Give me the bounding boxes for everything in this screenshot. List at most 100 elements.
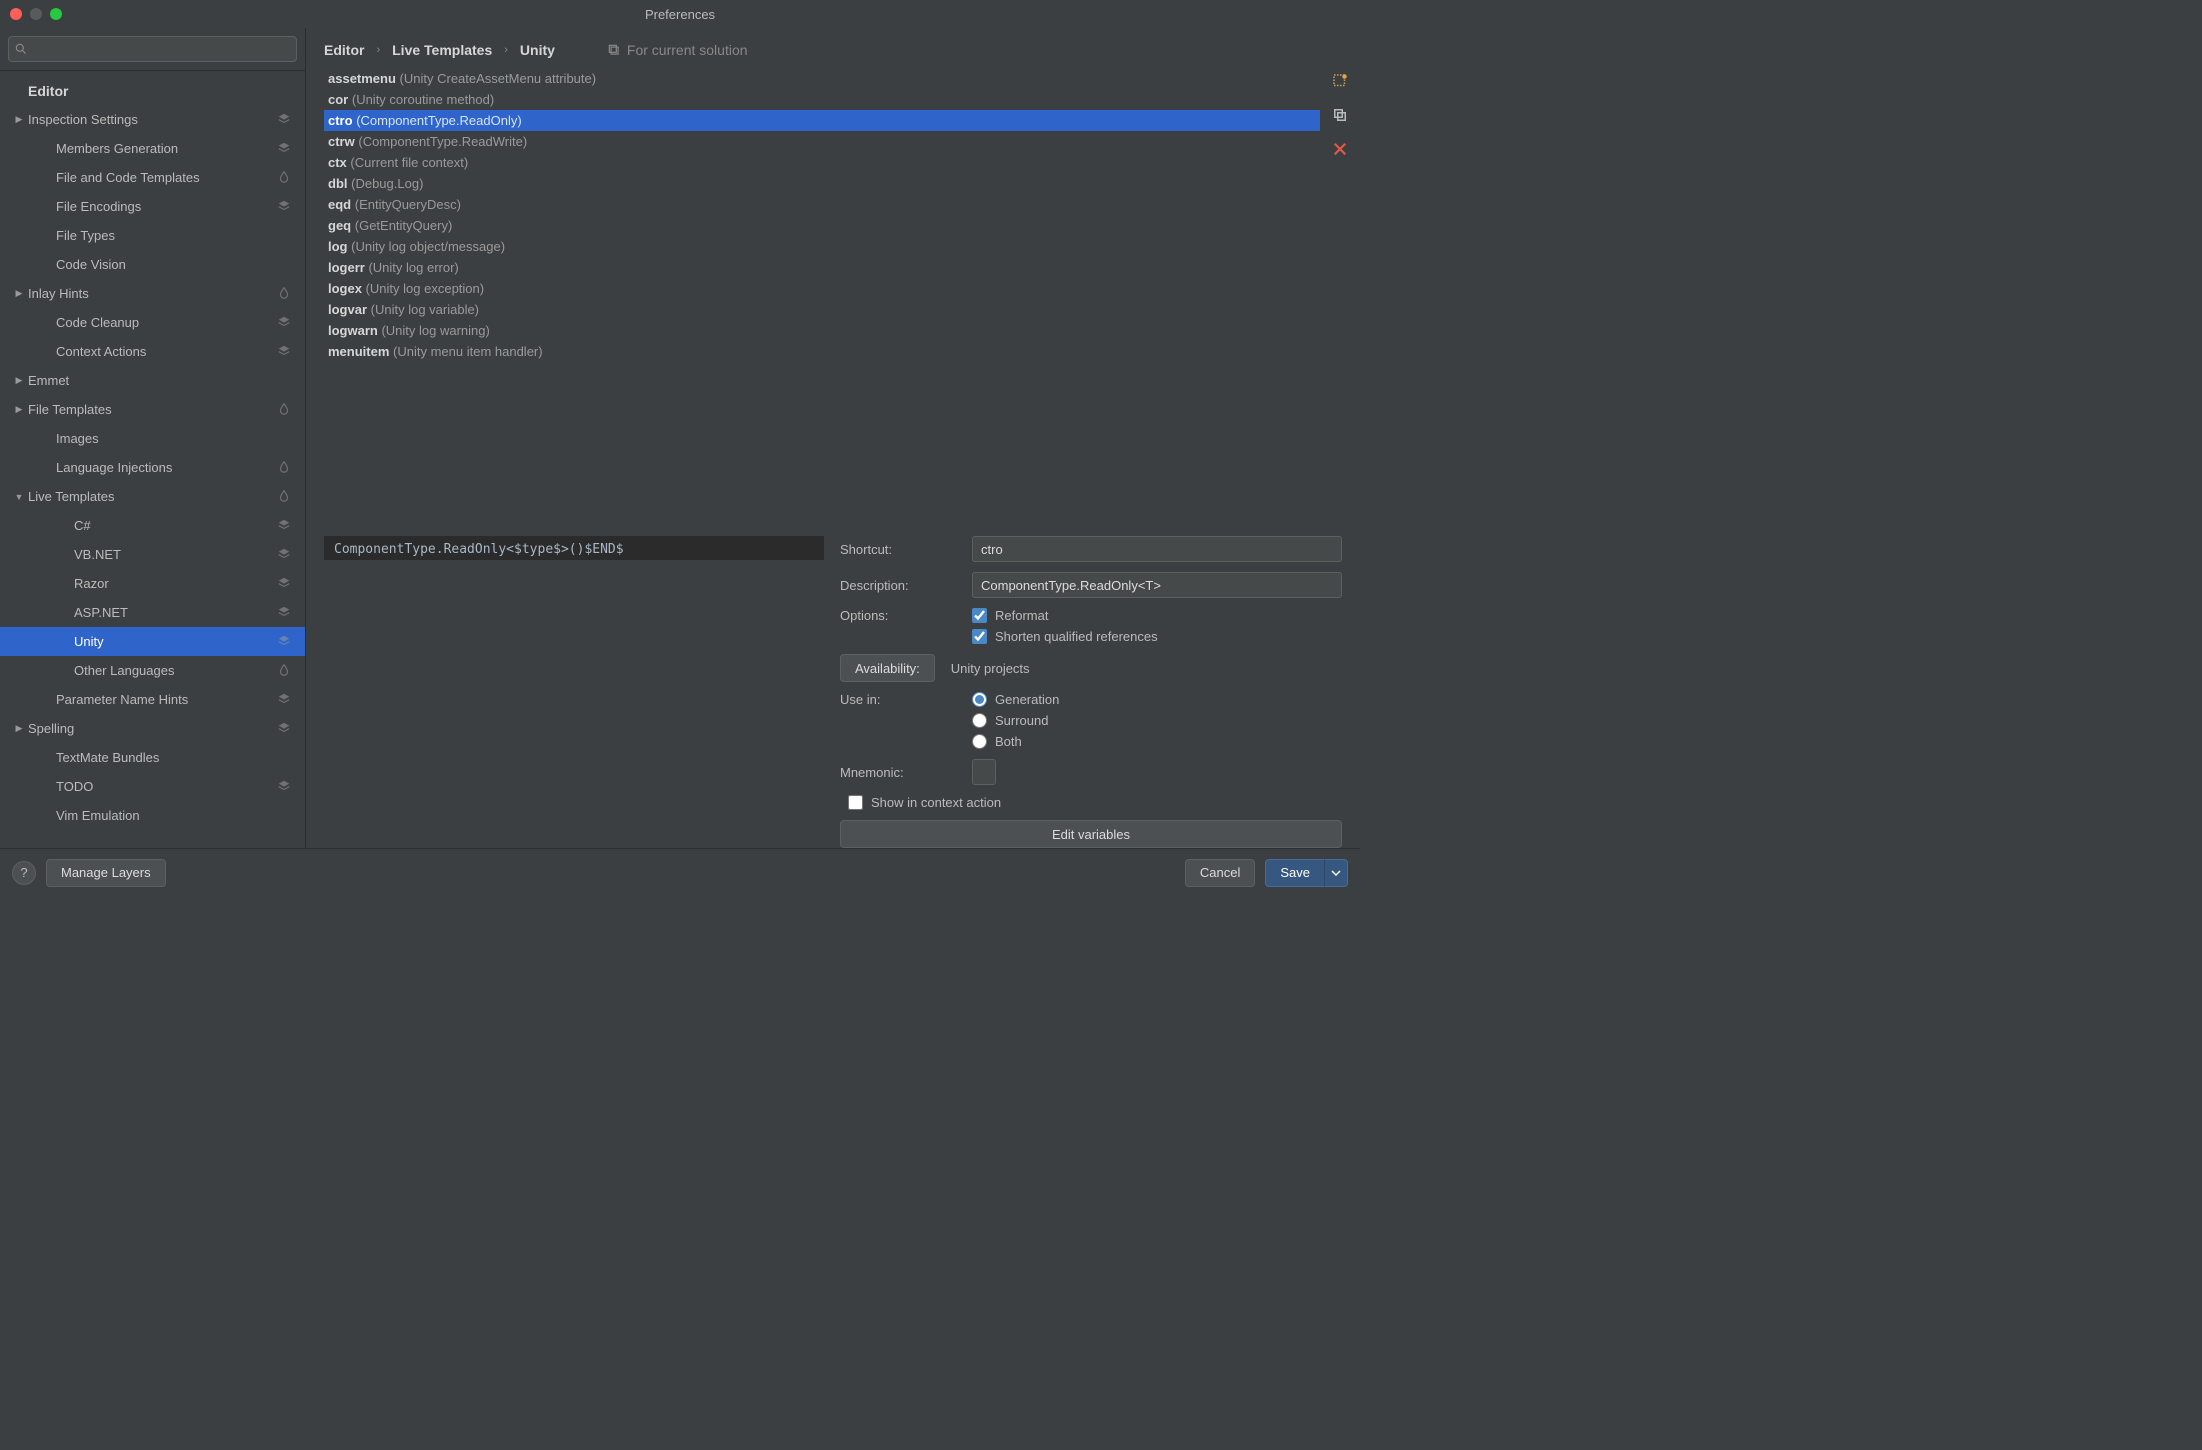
template-row[interactable]: assetmenu (Unity CreateAssetMenu attribu… xyxy=(324,68,1320,89)
description-input[interactable] xyxy=(972,572,1342,598)
template-row[interactable]: eqd (EntityQueryDesc) xyxy=(324,194,1320,215)
delete-template-icon[interactable] xyxy=(1331,140,1349,158)
expand-arrow-icon: ▶ xyxy=(12,723,26,734)
template-desc: (Current file context) xyxy=(350,155,468,170)
scope-link[interactable]: For current solution xyxy=(607,42,748,58)
sidebar-item[interactable]: File and Code Templates xyxy=(0,163,305,192)
sidebar-item[interactable]: File Encodings xyxy=(0,192,305,221)
sidebar-item[interactable]: ▶Inspection Settings xyxy=(0,105,305,134)
layers-icon xyxy=(277,315,293,331)
layers-icon xyxy=(277,199,293,215)
save-button[interactable]: Save xyxy=(1265,859,1324,887)
template-row[interactable]: ctro (ComponentType.ReadOnly) xyxy=(324,110,1320,131)
sidebar-item-label: File Templates xyxy=(28,402,277,417)
sidebar-item[interactable]: Code Vision xyxy=(0,250,305,279)
use-in-generation-radio[interactable]: Generation xyxy=(972,692,1059,707)
breadcrumb-item[interactable]: Unity xyxy=(520,42,555,58)
close-window-button[interactable] xyxy=(10,8,22,20)
template-row[interactable]: cor (Unity coroutine method) xyxy=(324,89,1320,110)
layers-icon xyxy=(277,547,293,563)
maximize-window-button[interactable] xyxy=(50,8,62,20)
duplicate-template-icon[interactable] xyxy=(1331,106,1349,124)
manage-layers-button[interactable]: Manage Layers xyxy=(46,859,166,887)
shortcut-input[interactable] xyxy=(972,536,1342,562)
settings-tree: Editor ▶Inspection SettingsMembers Gener… xyxy=(0,71,305,848)
droplet-icon xyxy=(277,460,293,476)
sidebar-item-label: Inspection Settings xyxy=(28,112,277,127)
layers-icon xyxy=(277,518,293,534)
template-desc: (Unity log exception) xyxy=(366,281,485,296)
sidebar-item[interactable]: Context Actions xyxy=(0,337,305,366)
sidebar-item[interactable]: File Types xyxy=(0,221,305,250)
template-code-editor[interactable]: ComponentType.ReadOnly<$type$>()$END$ xyxy=(324,536,824,560)
template-desc: (Unity log warning) xyxy=(381,323,489,338)
sidebar-item-label: File Types xyxy=(56,228,293,243)
sidebar-item[interactable]: Code Cleanup xyxy=(0,308,305,337)
help-button[interactable]: ? xyxy=(12,861,36,885)
sidebar-item[interactable]: ▼Live Templates xyxy=(0,482,305,511)
sidebar-item-label: TextMate Bundles xyxy=(56,750,293,765)
sidebar-item[interactable]: Members Generation xyxy=(0,134,305,163)
droplet-icon xyxy=(277,286,293,302)
template-row[interactable]: geq (GetEntityQuery) xyxy=(324,215,1320,236)
sidebar-item[interactable]: Parameter Name Hints xyxy=(0,685,305,714)
template-row[interactable]: ctrw (ComponentType.ReadWrite) xyxy=(324,131,1320,152)
copy-icon xyxy=(607,43,621,57)
sidebar-item[interactable]: Language Injections xyxy=(0,453,305,482)
new-template-icon[interactable] xyxy=(1331,72,1349,90)
sidebar-item[interactable]: ▶Spelling xyxy=(0,714,305,743)
sidebar-item[interactable]: Unity xyxy=(0,627,305,656)
sidebar-item[interactable]: ASP.NET xyxy=(0,598,305,627)
template-row[interactable]: logvar (Unity log variable) xyxy=(324,299,1320,320)
sidebar-item[interactable]: Vim Emulation xyxy=(0,801,305,830)
sidebar-item[interactable]: Other Languages xyxy=(0,656,305,685)
layers-icon xyxy=(277,779,293,795)
template-row[interactable]: log (Unity log object/message) xyxy=(324,236,1320,257)
sidebar-item[interactable]: Images xyxy=(0,424,305,453)
sidebar-item[interactable]: ▶Inlay Hints xyxy=(0,279,305,308)
search-input[interactable] xyxy=(8,36,297,62)
template-desc: (EntityQueryDesc) xyxy=(355,197,461,212)
use-in-both-radio[interactable]: Both xyxy=(972,734,1059,749)
template-name: ctx xyxy=(328,155,347,170)
template-row[interactable]: ctx (Current file context) xyxy=(324,152,1320,173)
template-row[interactable]: logerr (Unity log error) xyxy=(324,257,1320,278)
mnemonic-label: Mnemonic: xyxy=(840,765,960,780)
cancel-button[interactable]: Cancel xyxy=(1185,859,1255,887)
breadcrumb-item[interactable]: Live Templates xyxy=(392,42,492,58)
sidebar-item[interactable]: TextMate Bundles xyxy=(0,743,305,772)
template-desc: (Debug.Log) xyxy=(351,176,423,191)
sidebar-item[interactable]: VB.NET xyxy=(0,540,305,569)
template-row[interactable]: dbl (Debug.Log) xyxy=(324,173,1320,194)
template-name: logvar xyxy=(328,302,367,317)
template-name: ctrw xyxy=(328,134,355,149)
options-label: Options: xyxy=(840,608,960,623)
sidebar-item-label: Code Cleanup xyxy=(56,315,277,330)
save-dropdown-button[interactable] xyxy=(1324,859,1348,887)
use-in-surround-radio[interactable]: Surround xyxy=(972,713,1059,728)
sidebar-item[interactable]: ▶File Templates xyxy=(0,395,305,424)
sidebar-item[interactable]: C# xyxy=(0,511,305,540)
main-area: Editor ▶Inspection SettingsMembers Gener… xyxy=(0,28,1360,848)
sidebar-item[interactable]: Razor xyxy=(0,569,305,598)
minimize-window-button[interactable] xyxy=(30,8,42,20)
shorten-refs-checkbox[interactable]: Shorten qualified references xyxy=(972,629,1158,644)
reformat-checkbox[interactable]: Reformat xyxy=(972,608,1158,623)
sidebar-item-label: Other Languages xyxy=(74,663,277,678)
tree-section-header: Editor xyxy=(0,77,305,105)
breadcrumb-item[interactable]: Editor xyxy=(324,42,364,58)
availability-button[interactable]: Availability: xyxy=(840,654,935,682)
droplet-icon xyxy=(277,489,293,505)
sidebar-item[interactable]: ▶Emmet xyxy=(0,366,305,395)
mnemonic-input[interactable] xyxy=(972,759,996,785)
template-row[interactable]: menuitem (Unity menu item handler) xyxy=(324,341,1320,362)
sidebar-item[interactable]: TODO xyxy=(0,772,305,801)
show-in-context-checkbox[interactable]: Show in context action xyxy=(848,795,1342,810)
template-desc: (Unity menu item handler) xyxy=(393,344,543,359)
template-row[interactable]: logex (Unity log exception) xyxy=(324,278,1320,299)
template-desc: (Unity CreateAssetMenu attribute) xyxy=(400,71,597,86)
sidebar-item-label: ASP.NET xyxy=(74,605,277,620)
edit-variables-button[interactable]: Edit variables xyxy=(840,820,1342,848)
template-row[interactable]: logwarn (Unity log warning) xyxy=(324,320,1320,341)
sidebar-item-label: Language Injections xyxy=(56,460,277,475)
